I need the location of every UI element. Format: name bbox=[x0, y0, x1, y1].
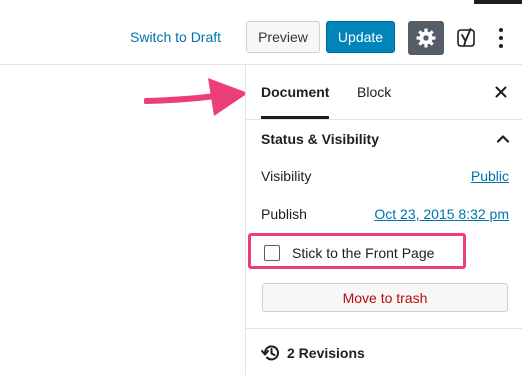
move-to-trash-button[interactable]: Move to trash bbox=[262, 283, 508, 312]
revisions-label: 2 Revisions bbox=[287, 345, 365, 361]
settings-button[interactable] bbox=[408, 21, 444, 55]
yoast-button[interactable] bbox=[455, 27, 477, 49]
editor-frame: Switch to Draft Preview Update Document … bbox=[0, 0, 522, 375]
revisions-link[interactable]: 2 Revisions bbox=[261, 343, 365, 363]
close-sidebar-button[interactable] bbox=[491, 82, 511, 102]
status-visibility-panel-toggle[interactable]: Status & Visibility bbox=[246, 120, 522, 158]
stick-to-front-label[interactable]: Stick to the Front Page bbox=[292, 245, 434, 261]
visibility-label: Visibility bbox=[261, 168, 312, 184]
update-button[interactable]: Update bbox=[326, 21, 395, 53]
stick-to-front-highlight: Stick to the Front Page bbox=[248, 233, 466, 269]
more-options-button[interactable] bbox=[494, 24, 508, 52]
pointer-arrow-annotation bbox=[144, 78, 248, 116]
settings-sidebar: Document Block Status & Visibility Visib… bbox=[245, 65, 522, 375]
tab-document[interactable]: Document bbox=[261, 65, 330, 119]
history-icon bbox=[261, 345, 279, 361]
stick-to-front-checkbox[interactable] bbox=[264, 245, 280, 261]
panel-divider bbox=[246, 328, 522, 329]
publish-date-link[interactable]: Oct 23, 2015 8:32 pm bbox=[374, 206, 509, 222]
chevron-up-icon bbox=[496, 135, 510, 143]
gear-icon bbox=[416, 28, 436, 48]
switch-to-draft-button[interactable]: Switch to Draft bbox=[130, 29, 221, 45]
panel-title: Status & Visibility bbox=[261, 131, 379, 147]
tab-block[interactable]: Block bbox=[357, 65, 391, 119]
sidebar-tabs: Document Block bbox=[246, 65, 522, 120]
visibility-link[interactable]: Public bbox=[471, 168, 509, 184]
admin-bar-edge bbox=[474, 0, 522, 4]
more-vertical-icon bbox=[499, 28, 503, 32]
publish-label: Publish bbox=[261, 206, 307, 222]
close-icon bbox=[495, 86, 507, 98]
preview-button[interactable]: Preview bbox=[246, 21, 320, 53]
editor-header: Switch to Draft Preview Update bbox=[0, 0, 522, 65]
yoast-icon bbox=[457, 28, 475, 47]
